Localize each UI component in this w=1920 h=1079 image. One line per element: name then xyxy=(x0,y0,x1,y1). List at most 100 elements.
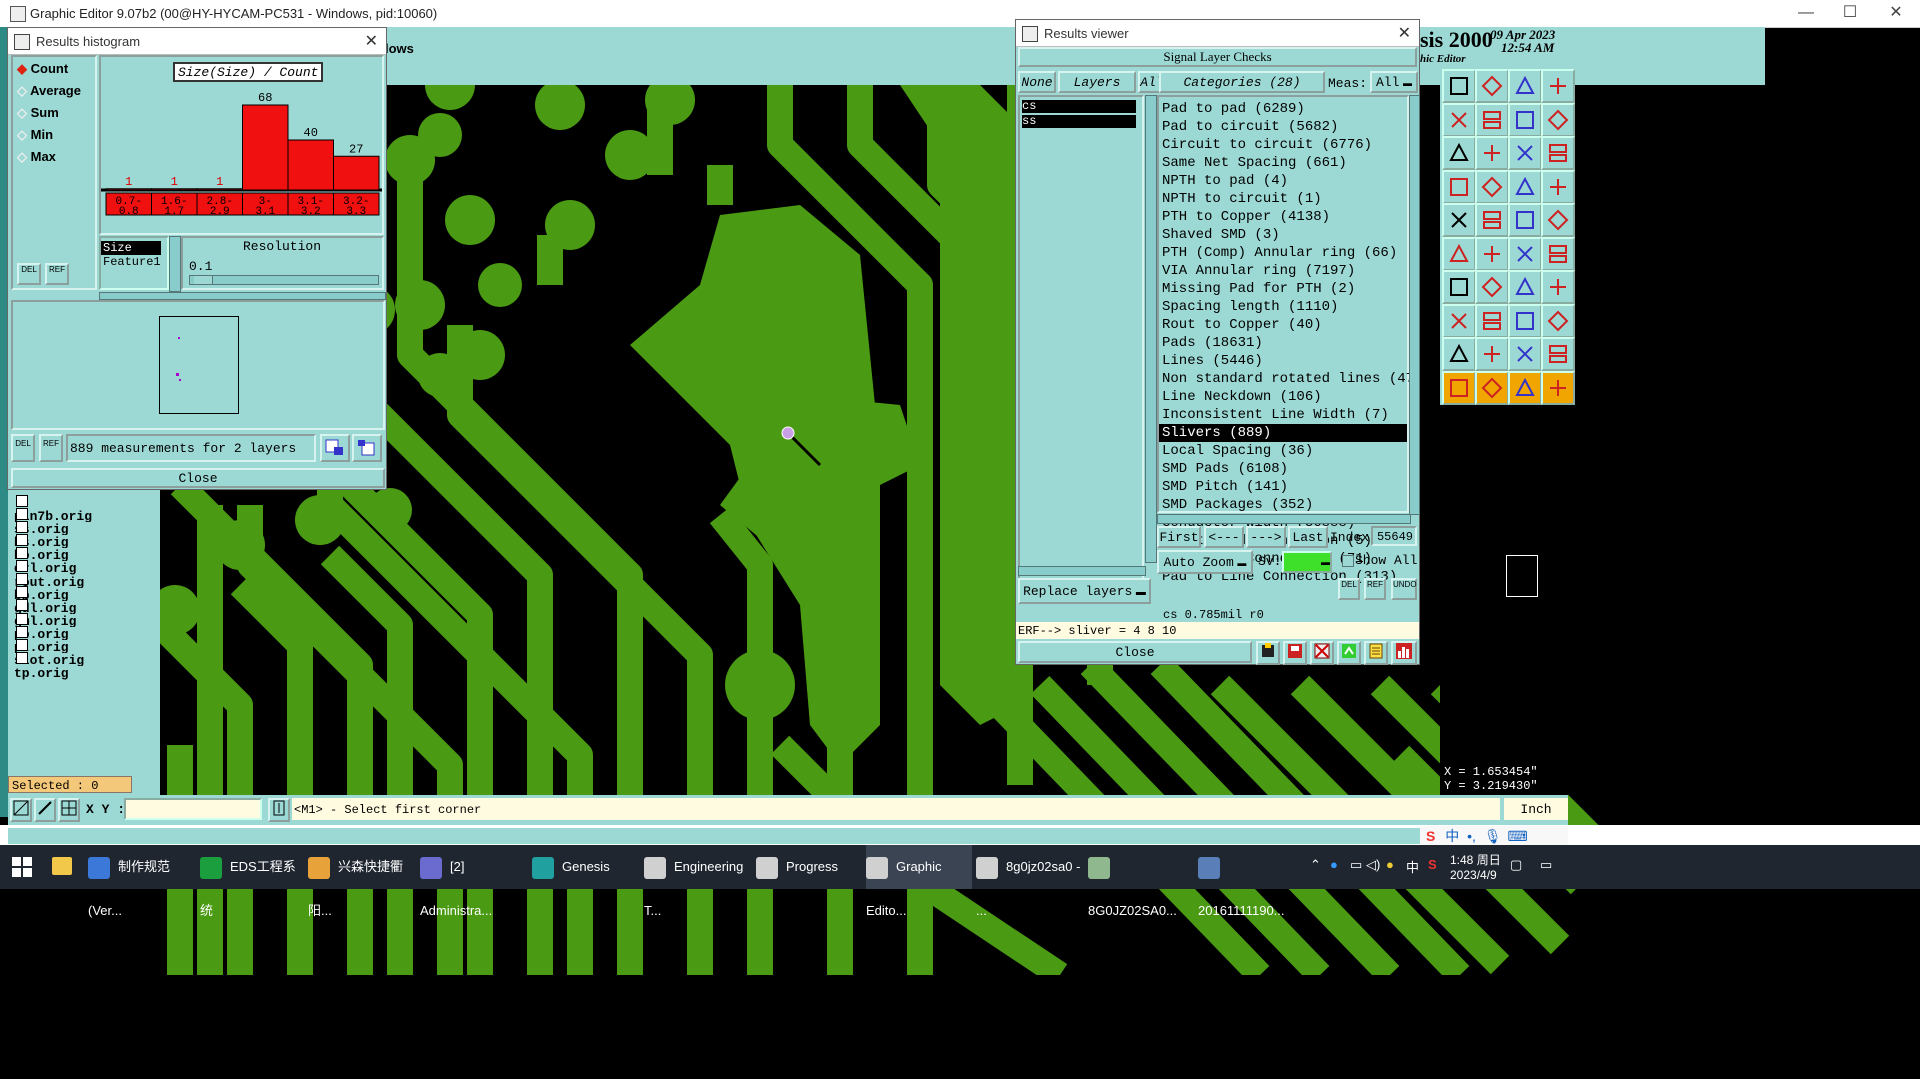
ref-button[interactable]: REF xyxy=(45,263,69,285)
triangle-tool[interactable] xyxy=(1442,337,1476,371)
flip-tool[interactable] xyxy=(1508,102,1542,137)
scale-tool[interactable] xyxy=(1508,136,1542,170)
taskbar-app[interactable]: [2] Administra... xyxy=(420,845,528,918)
file-explorer-icon[interactable] xyxy=(52,857,72,875)
preview-thumbnail[interactable] xyxy=(159,316,239,414)
layer-item[interactable]: ss xyxy=(1022,115,1136,128)
prev-button[interactable]: <--- xyxy=(1204,526,1244,548)
save-tool[interactable] xyxy=(1475,102,1509,137)
close-icon[interactable]: ✕ xyxy=(1398,23,1411,43)
first-button[interactable]: First xyxy=(1157,526,1201,548)
array-tool[interactable] xyxy=(1541,303,1575,338)
select-tool[interactable] xyxy=(1508,169,1542,204)
category-item[interactable]: SMD Pitch (141) xyxy=(1159,478,1407,496)
ime-mode[interactable]: 中 xyxy=(1445,828,1459,844)
histogram-bar[interactable] xyxy=(242,104,289,191)
rotate-tool[interactable] xyxy=(1442,169,1476,204)
category-item[interactable]: Pads (18631) xyxy=(1159,334,1407,352)
histogram-button[interactable] xyxy=(1391,641,1417,665)
category-item[interactable]: Inconsistent Line Width (7) xyxy=(1159,406,1407,424)
desktop-icon[interactable]: ▢ xyxy=(1510,857,1522,873)
notification-icon[interactable]: ▭ xyxy=(1540,857,1552,873)
edit-line-tool[interactable] xyxy=(1442,270,1476,304)
clear-button[interactable] xyxy=(1310,641,1334,665)
resolution-slider[interactable] xyxy=(189,275,379,285)
mic-icon[interactable]: 🎙 xyxy=(1484,828,1502,844)
category-item[interactable]: PTH to Copper (4138) xyxy=(1159,208,1407,226)
histogram-bar[interactable] xyxy=(105,188,152,191)
tray-chevron-icon[interactable]: ⌃ xyxy=(1310,857,1321,873)
mode-average[interactable]: ◇ Average xyxy=(17,83,81,99)
network-icon[interactable]: ▭ xyxy=(1350,857,1362,873)
save-button[interactable] xyxy=(1283,641,1307,665)
field-size[interactable]: Size xyxy=(101,241,161,255)
categories-scrollbar[interactable] xyxy=(1409,95,1420,515)
category-item[interactable]: Shaved SMD (3) xyxy=(1159,226,1407,244)
field-feature[interactable]: Feature1 xyxy=(101,255,167,269)
sogou-tray-icon[interactable]: S xyxy=(1428,857,1437,872)
route-tool[interactable] xyxy=(1508,236,1542,271)
last-button[interactable]: Last xyxy=(1288,526,1328,548)
xy-input[interactable] xyxy=(124,798,262,820)
split-tool[interactable] xyxy=(1541,270,1575,304)
draw-line-tool[interactable] xyxy=(1475,270,1509,304)
move-tool[interactable] xyxy=(1442,303,1476,338)
measure-button[interactable] xyxy=(34,798,56,822)
category-item[interactable]: Lines (5446) xyxy=(1159,352,1407,370)
mode-min[interactable]: ◇ Min xyxy=(17,127,53,143)
category-item[interactable]: Missing Pad for PTH (2) xyxy=(1159,280,1407,298)
close-icon[interactable]: ✕ xyxy=(1876,2,1916,24)
help-tool[interactable] xyxy=(1541,136,1575,170)
trace-tool[interactable] xyxy=(1541,236,1575,271)
show-all-checkbox[interactable] xyxy=(1342,555,1354,567)
open-tool[interactable] xyxy=(1442,102,1476,137)
mode-sum[interactable]: ◇ Sum xyxy=(17,105,59,121)
sv-color-select[interactable]: ▬ xyxy=(1282,551,1332,573)
volume-icon[interactable]: ◁) xyxy=(1366,857,1380,873)
clock-time[interactable]: 1:48 周日 xyxy=(1450,851,1501,868)
category-item[interactable]: SMD Packages (352) xyxy=(1159,496,1407,514)
snap-tool[interactable] xyxy=(1541,102,1575,137)
taskbar-app[interactable]: 8g0jz02sa0 - ... xyxy=(976,845,1084,918)
arc-tool[interactable] xyxy=(1508,270,1542,304)
shape-tool[interactable] xyxy=(1475,203,1509,237)
layers-scrollbar[interactable] xyxy=(1145,95,1157,563)
close-icon[interactable]: ✕ xyxy=(365,31,378,51)
ref-button-2[interactable]: REF xyxy=(39,434,63,462)
del-button[interactable]: DEL xyxy=(17,263,41,285)
taskbar-app[interactable]: EDS工程系统 xyxy=(200,845,304,918)
category-item[interactable]: Circuit to circuit (6776) xyxy=(1159,136,1407,154)
ime-indicator[interactable]: 中 xyxy=(1406,857,1419,876)
units-field[interactable]: Inch xyxy=(1504,798,1568,820)
histogram-chart[interactable]: 10.7-0.811.6-1.712.8-2.9683-3.1403.1-3.2… xyxy=(101,83,382,231)
del-button-2[interactable]: DEL xyxy=(11,434,35,462)
export-button[interactable] xyxy=(1337,641,1361,665)
histogram-bar[interactable] xyxy=(196,188,243,191)
category-item[interactable]: NPTH to pad (4) xyxy=(1159,172,1407,190)
pointer-edit-tool[interactable] xyxy=(1508,370,1542,405)
field-scrollbar[interactable] xyxy=(169,236,181,292)
polygon-tool[interactable] xyxy=(1508,337,1542,371)
category-item[interactable]: PTH (Comp) Annular ring (66) xyxy=(1159,244,1407,262)
layers-hscroll[interactable] xyxy=(1018,566,1146,576)
clock-date[interactable]: 2023/4/9 xyxy=(1450,868,1497,882)
fit-tool[interactable] xyxy=(1442,136,1476,170)
ref-button[interactable]: REF xyxy=(1364,578,1386,600)
del-button[interactable]: DEL xyxy=(1338,578,1360,600)
histogram-bar[interactable] xyxy=(151,188,198,191)
pan-tool[interactable] xyxy=(1475,136,1509,170)
category-item[interactable]: Line Neckdown (106) xyxy=(1159,388,1407,406)
categories-hscroll[interactable] xyxy=(1157,514,1411,524)
layer-checkbox[interactable] xyxy=(16,651,28,664)
taskbar-app[interactable]: 8G0JZ02SA0... xyxy=(1088,845,1194,918)
category-item[interactable]: Pad to pad (6289) xyxy=(1159,100,1407,118)
pad-tool[interactable] xyxy=(1541,203,1575,237)
minimize-icon[interactable]: — xyxy=(1786,2,1826,24)
taskbar-app[interactable]: 20161111190... xyxy=(1198,845,1298,918)
snap-button[interactable] xyxy=(10,798,32,822)
copy-tool[interactable] xyxy=(1508,303,1542,338)
category-item[interactable]: NPTH to circuit (1) xyxy=(1159,190,1407,208)
mode-count[interactable]: ◆ Count xyxy=(17,61,68,77)
circle-tool[interactable] xyxy=(1442,203,1476,237)
index-field[interactable]: 55649 xyxy=(1371,526,1417,546)
